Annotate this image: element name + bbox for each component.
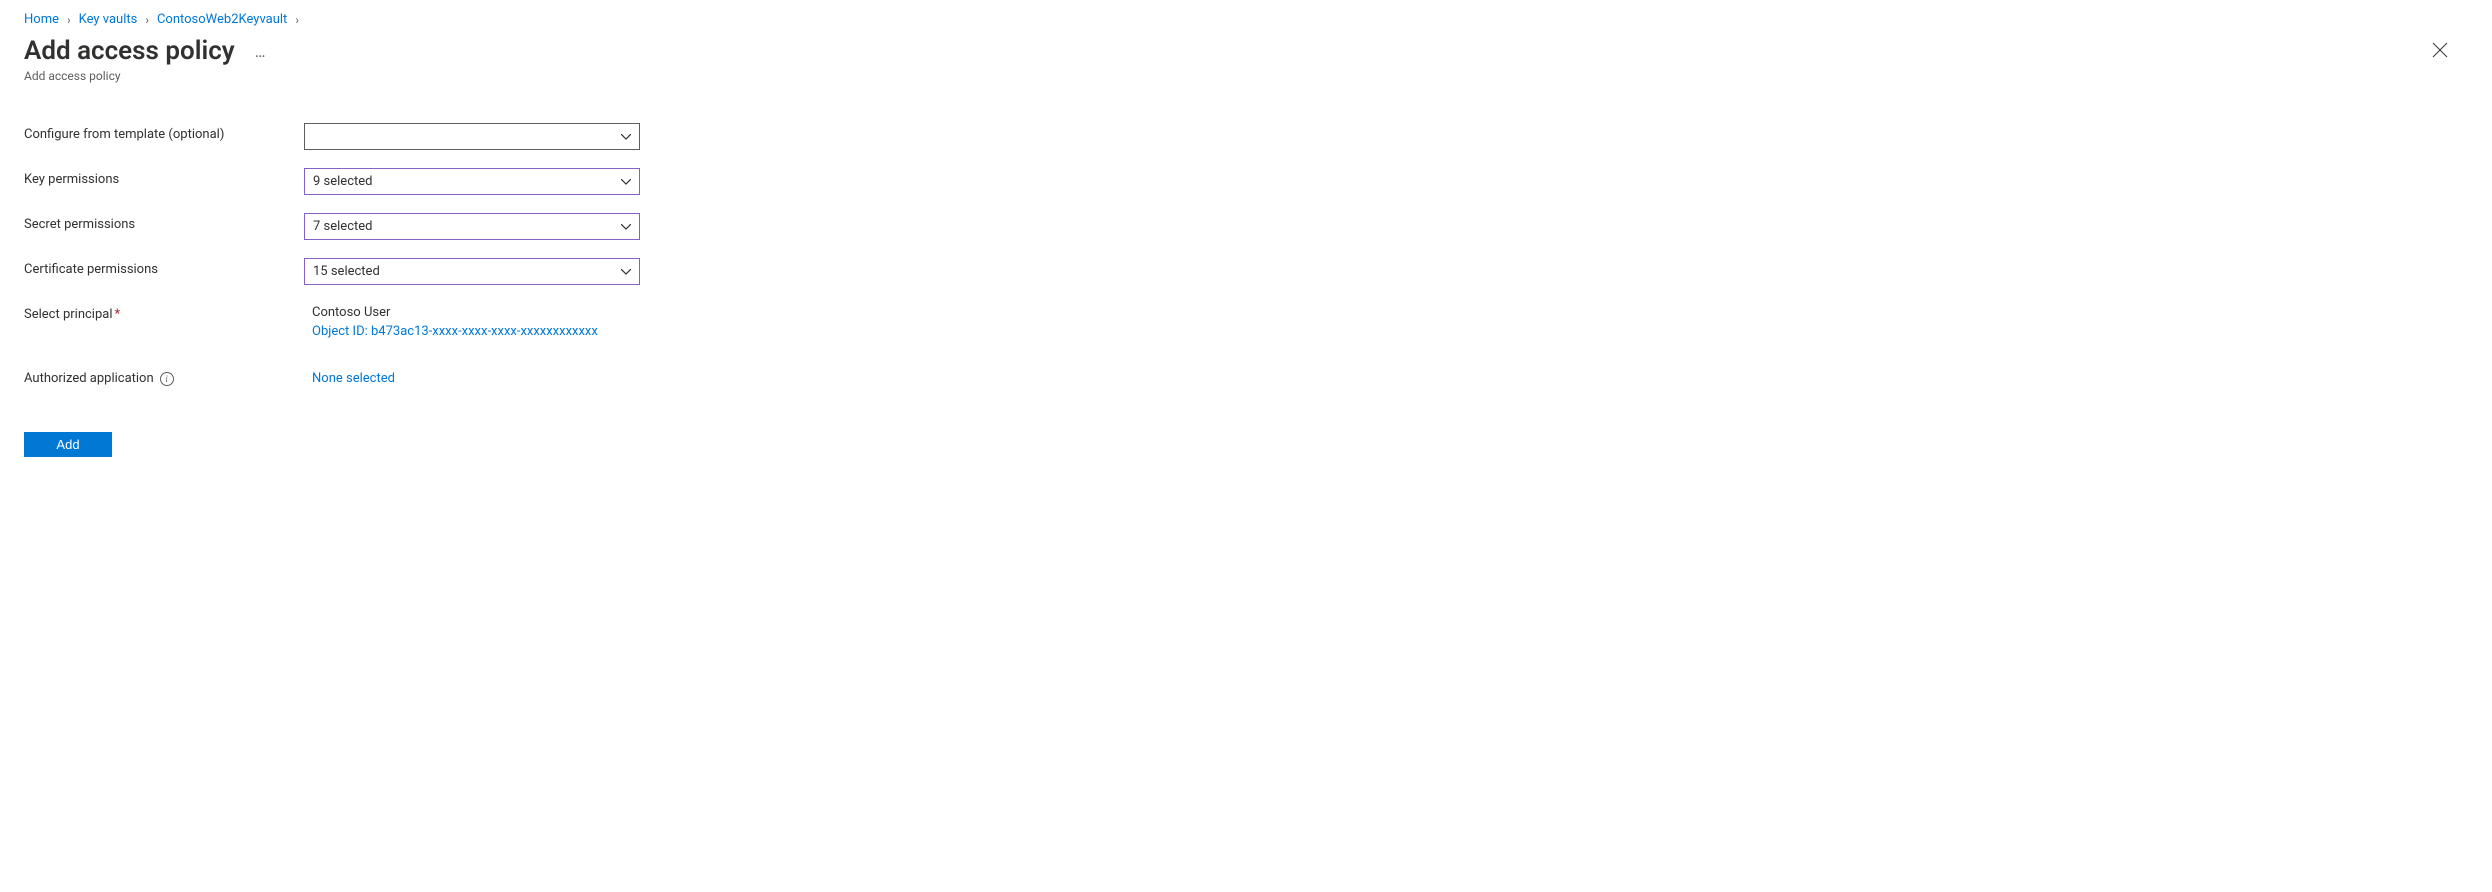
required-indicator: * — [115, 307, 121, 322]
label-select-principal: Select principal* — [24, 303, 304, 322]
label-template-text: Configure from template (optional) — [24, 127, 224, 142]
secret-permissions-value: 7 selected — [313, 219, 372, 234]
breadcrumb: Home › Key vaults › ContosoWeb2Keyvault … — [24, 12, 2468, 27]
principal-object-id-link[interactable]: Object ID: b473ac13-xxxx-xxxx-xxxx-xxxxx… — [312, 324, 640, 339]
chevron-right-icon: › — [67, 13, 71, 27]
page-header: Add access policy … — [24, 35, 2468, 67]
add-button[interactable]: Add — [24, 432, 112, 457]
label-secret-permissions-text: Secret permissions — [24, 217, 135, 232]
label-key-permissions-text: Key permissions — [24, 172, 119, 187]
chevron-down-icon — [621, 224, 631, 230]
key-permissions-dropdown[interactable]: 9 selected — [304, 168, 640, 195]
row-secret-permissions: Secret permissions 7 selected — [24, 213, 724, 240]
form-area: Configure from template (optional) Key p… — [24, 123, 724, 457]
row-certificate-permissions: Certificate permissions 15 selected — [24, 258, 724, 285]
row-key-permissions: Key permissions 9 selected — [24, 168, 724, 195]
close-icon — [2432, 42, 2448, 58]
secret-permissions-dropdown[interactable]: 7 selected — [304, 213, 640, 240]
label-certificate-permissions: Certificate permissions — [24, 258, 304, 277]
template-dropdown[interactable] — [304, 123, 640, 150]
more-actions-button[interactable]: … — [251, 38, 271, 65]
chevron-right-icon: › — [145, 13, 149, 27]
row-select-principal: Select principal* Contoso User Object ID… — [24, 303, 724, 339]
row-authorized-application: Authorized application i None selected — [24, 367, 724, 394]
chevron-down-icon — [621, 134, 631, 140]
principal-block: Contoso User Object ID: b473ac13-xxxx-xx… — [304, 303, 640, 339]
info-icon[interactable]: i — [160, 372, 174, 386]
label-authorized-application: Authorized application i — [24, 367, 304, 386]
label-template: Configure from template (optional) — [24, 123, 304, 142]
row-template: Configure from template (optional) — [24, 123, 724, 150]
certificate-permissions-value: 15 selected — [313, 264, 380, 279]
principal-name: Contoso User — [312, 305, 640, 320]
page-title: Add access policy — [24, 36, 235, 66]
certificate-permissions-dropdown[interactable]: 15 selected — [304, 258, 640, 285]
breadcrumb-resource[interactable]: ContosoWeb2Keyvault — [157, 12, 287, 27]
page-subtitle: Add access policy — [24, 69, 2468, 83]
chevron-down-icon — [621, 269, 631, 275]
key-permissions-value: 9 selected — [313, 174, 372, 189]
close-button[interactable] — [2422, 35, 2458, 67]
breadcrumb-home[interactable]: Home — [24, 12, 59, 27]
label-secret-permissions: Secret permissions — [24, 213, 304, 232]
chevron-down-icon — [621, 179, 631, 185]
authorized-application-link[interactable]: None selected — [304, 367, 640, 386]
label-certificate-permissions-text: Certificate permissions — [24, 262, 158, 277]
label-key-permissions: Key permissions — [24, 168, 304, 187]
chevron-right-icon: › — [295, 13, 299, 27]
label-authorized-application-text: Authorized application — [24, 371, 154, 386]
label-select-principal-text: Select principal — [24, 307, 113, 322]
breadcrumb-keyvaults[interactable]: Key vaults — [79, 12, 138, 27]
